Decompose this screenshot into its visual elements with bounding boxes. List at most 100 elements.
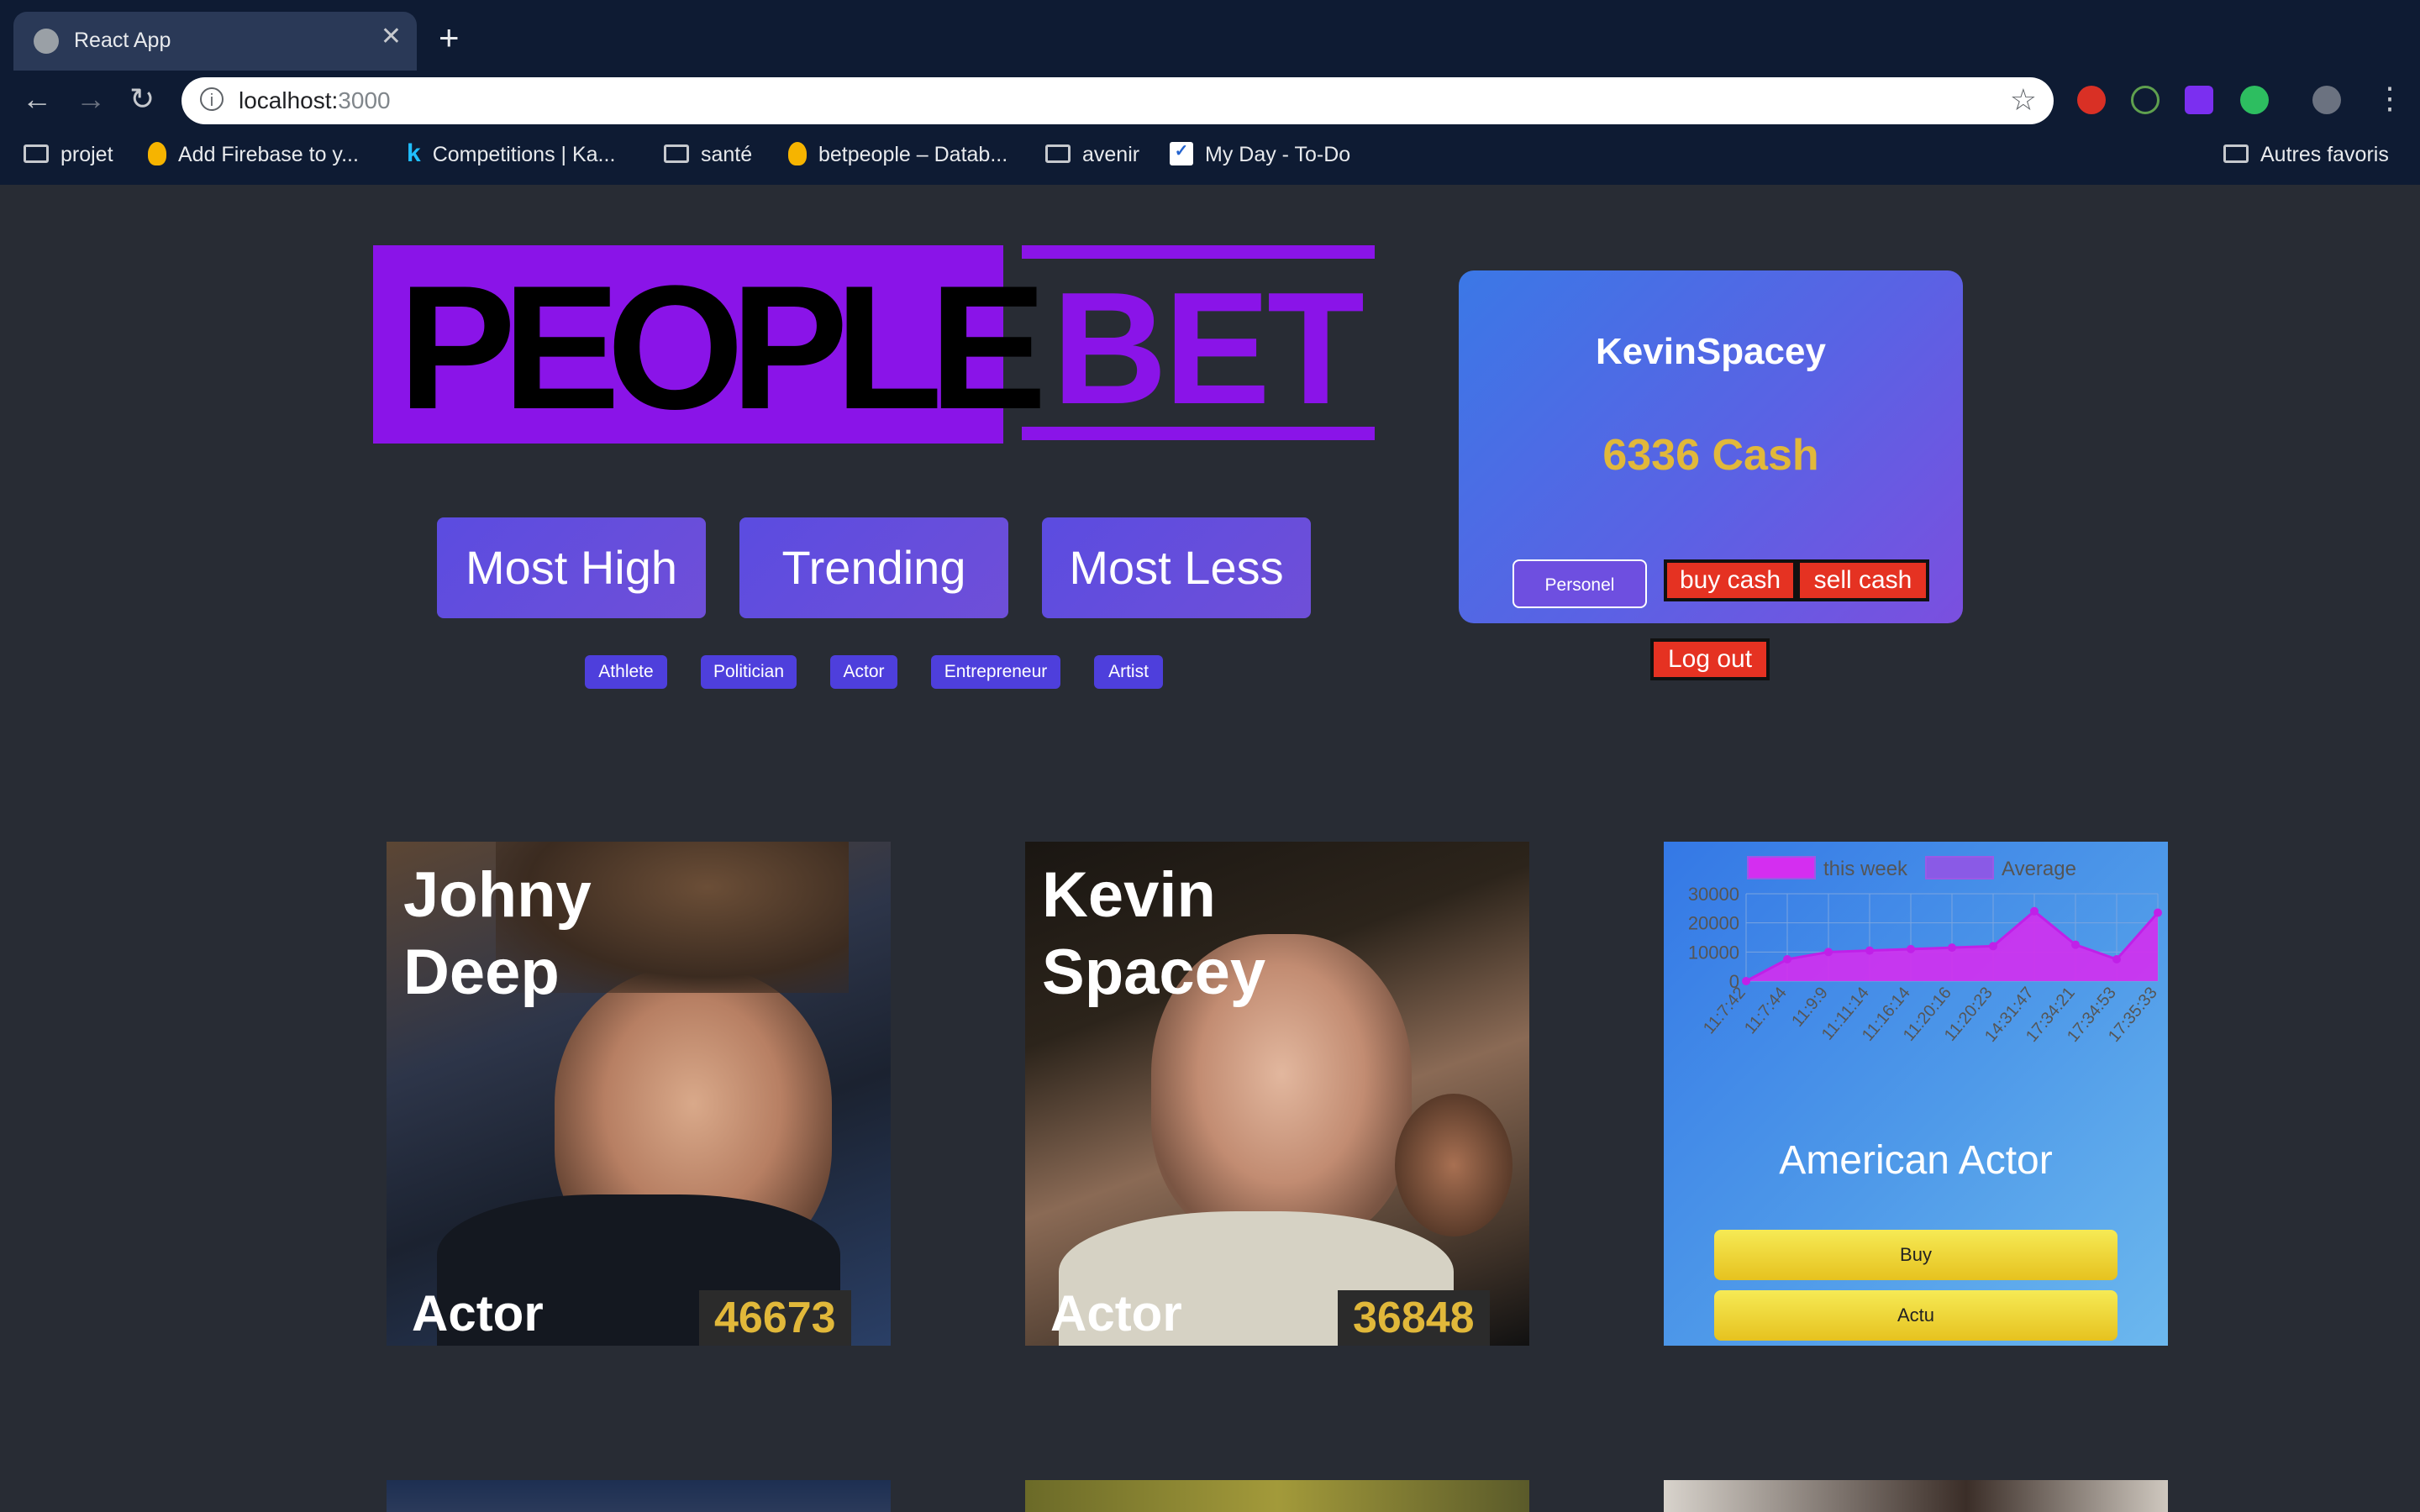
firebase-icon: [148, 142, 166, 166]
data-point: [1824, 948, 1833, 957]
user-cash: 6336 Cash: [1602, 431, 1819, 480]
firebase-icon: [788, 142, 807, 166]
data-point: [1907, 944, 1915, 953]
data-point: [2112, 955, 2121, 963]
sell-cash-button[interactable]: sell cash: [1797, 559, 1929, 601]
most-high-button[interactable]: Most High: [437, 517, 706, 618]
globe-icon: [34, 29, 59, 54]
bookmark-betpeople[interactable]: betpeople – Datab...: [788, 139, 1007, 170]
person-card[interactable]: [1664, 1480, 2168, 1512]
bookmark-label: Add Firebase to y...: [178, 143, 359, 166]
logo-people: PEOPLE: [373, 245, 1047, 444]
info-icon[interactable]: i: [200, 87, 224, 111]
user-card: KevinSpacey 6336 Cash Personel buy cash …: [1459, 270, 1963, 623]
bookmark-label: avenir: [1082, 143, 1140, 166]
logo-bet-text: BET: [1052, 260, 1365, 438]
y-tick-label: 20000: [1688, 913, 1739, 934]
folder-icon: [664, 144, 689, 164]
browser-chrome: React App ✕ + ← → ↻ i localhost:3000 ☆ ⋮…: [0, 0, 2420, 185]
kaggle-icon: k: [407, 139, 421, 168]
person-card[interactable]: Kevin Spacey Actor 36848: [1025, 842, 1529, 1346]
most-less-button[interactable]: Most Less: [1042, 517, 1311, 618]
category-politician[interactable]: Politician: [701, 655, 797, 689]
extension-evernote-icon[interactable]: [2240, 86, 2269, 114]
person-price: 36848: [1338, 1290, 1490, 1346]
forward-icon[interactable]: →: [76, 82, 106, 116]
logo-bar-bottom: [1022, 427, 1375, 440]
person-card[interactable]: [1025, 1480, 1529, 1512]
folder-icon: [2223, 144, 2249, 164]
background-person: [1395, 1094, 1512, 1236]
data-point: [2154, 908, 2162, 917]
actu-button[interactable]: Actu: [1714, 1290, 2118, 1341]
price-chart: this week Average 3000020000100000 11:7:4…: [1688, 856, 2162, 1046]
buy-button[interactable]: Buy: [1714, 1230, 2118, 1280]
bookmark-star-icon[interactable]: ☆: [2010, 82, 2037, 118]
person-category: Actor: [412, 1285, 544, 1341]
close-icon[interactable]: ✕: [381, 22, 402, 51]
chart-x-ticks: 11:7:4211:7:4411:9:911:11:1411:16:1411:2…: [1700, 984, 2161, 1046]
bookmark-kaggle[interactable]: k Competitions | Ka...: [407, 139, 615, 170]
chart-y-ticks: 3000020000100000: [1688, 884, 1739, 992]
legend-swatch: [1925, 856, 1994, 879]
data-point: [1989, 942, 1997, 951]
logo-bar-top: [1022, 245, 1375, 259]
bookmark-label: My Day - To-Do: [1205, 143, 1351, 166]
bookmark-firebase[interactable]: Add Firebase to y...: [148, 139, 359, 170]
buy-cash-button[interactable]: buy cash: [1664, 559, 1797, 601]
profile-avatar[interactable]: [2312, 86, 2341, 114]
browser-tab[interactable]: React App ✕: [13, 12, 417, 71]
new-tab-button[interactable]: +: [439, 20, 460, 55]
category-artist[interactable]: Artist: [1094, 655, 1163, 689]
person-first-name: Johny: [403, 859, 592, 931]
person-card[interactable]: Johny Deep Actor 46673: [387, 842, 891, 1346]
x-tick-label: 11:7:42: [1700, 984, 1749, 1037]
person-price: 46673: [699, 1290, 851, 1346]
reload-icon[interactable]: ↻: [129, 82, 155, 116]
data-point: [1948, 943, 1956, 953]
person-name: Kevin Spacey: [1042, 857, 1265, 1011]
category-athlete[interactable]: Athlete: [585, 655, 667, 689]
legend-label: this week: [1823, 858, 1908, 880]
person-category: Actor: [1050, 1285, 1182, 1341]
data-point: [1783, 955, 1791, 963]
logout-button[interactable]: Log out: [1650, 638, 1770, 680]
url-host: localhost:: [239, 87, 339, 113]
category-actor[interactable]: Actor: [830, 655, 897, 689]
legend-swatch: [1747, 856, 1816, 879]
user-name: KevinSpacey: [1596, 331, 1826, 372]
bookmark-other[interactable]: Autres favoris: [2223, 139, 2389, 170]
extension-pen-icon[interactable]: [2185, 86, 2213, 114]
chart-legend: this week Average: [1747, 856, 2076, 880]
bookmark-sante[interactable]: santé: [664, 139, 752, 170]
personel-button[interactable]: Personel: [1512, 559, 1647, 608]
tab-title: React App: [74, 29, 171, 52]
bookmark-todo[interactable]: ✓ My Day - To-Do: [1170, 139, 1350, 170]
data-point: [1865, 946, 1874, 955]
person-first-name: Kevin: [1042, 859, 1216, 931]
y-tick-label: 10000: [1688, 942, 1739, 963]
url-text: localhost:3000: [239, 87, 391, 114]
person-card[interactable]: [387, 1480, 891, 1512]
bookmark-avenir[interactable]: avenir: [1045, 139, 1139, 170]
bookmark-label: projet: [60, 143, 113, 166]
category-entrepreneur[interactable]: Entrepreneur: [931, 655, 1060, 689]
data-point: [2030, 906, 2039, 916]
back-icon[interactable]: ←: [22, 82, 52, 116]
folder-icon: [1045, 144, 1071, 164]
extension-nodejs-icon[interactable]: [2131, 86, 2160, 114]
data-point: [2071, 940, 2080, 949]
address-bar[interactable]: i localhost:3000 ☆: [182, 77, 2054, 124]
url-port: 3000: [338, 87, 391, 113]
person-last-name: Spacey: [1042, 937, 1266, 1008]
extension-stop-icon[interactable]: [2077, 86, 2106, 114]
detail-card: this week Average 30000 20000 10000 0 11:7:4…: [1664, 842, 2168, 1346]
bookmark-label: betpeople – Datab...: [818, 143, 1008, 166]
menu-icon[interactable]: ⋮: [2375, 81, 2405, 116]
person-last-name: Deep: [403, 937, 560, 1008]
legend-label: Average: [2002, 858, 2076, 880]
trending-button[interactable]: Trending: [739, 517, 1008, 618]
bookmark-projet[interactable]: projet: [24, 139, 113, 170]
bookmark-label: santé: [701, 143, 753, 166]
data-point: [1742, 977, 1750, 985]
